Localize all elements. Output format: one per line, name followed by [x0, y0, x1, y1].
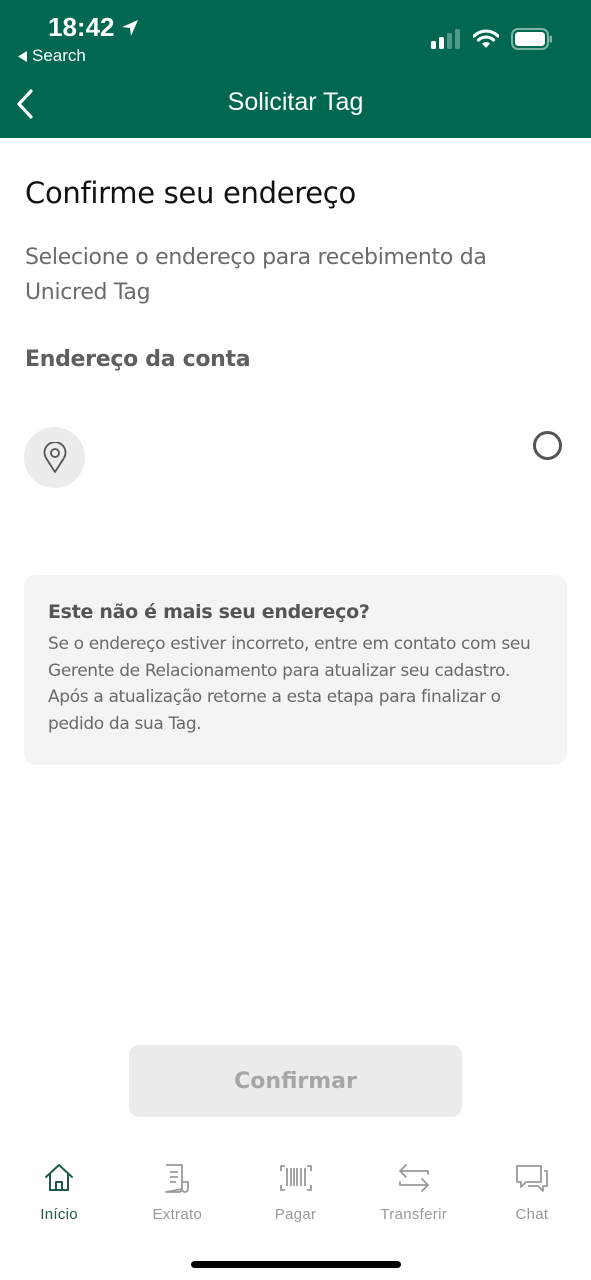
tab-chat[interactable]: Chat — [473, 1160, 591, 1230]
app-header: 18:42 Search Solicitar Tag — [0, 0, 591, 138]
confirm-button[interactable]: Confirmar — [129, 1045, 462, 1117]
home-indicator — [191, 1261, 401, 1268]
statement-icon — [159, 1160, 195, 1196]
transfer-icon — [396, 1160, 432, 1196]
battery-icon — [511, 28, 552, 50]
barcode-icon — [278, 1160, 314, 1196]
clock: 18:42 — [48, 12, 115, 42]
tab-label: Extrato — [152, 1206, 203, 1223]
info-card: Este não é mais seu endereço? Se o ender… — [24, 575, 567, 765]
back-triangle-icon — [18, 50, 27, 62]
wifi-icon — [473, 29, 499, 48]
page-title: Confirme seu endereço — [25, 176, 356, 210]
home-icon — [41, 1160, 77, 1196]
tab-pagar[interactable]: Pagar — [236, 1160, 354, 1230]
address-radio[interactable] — [533, 431, 562, 460]
page-subtitle: Selecione o endereço para recebimento da… — [25, 245, 487, 305]
location-pin-icon — [43, 441, 66, 473]
tab-extrato[interactable]: Extrato — [118, 1160, 236, 1230]
address-avatar — [24, 427, 85, 488]
back-to-app-link[interactable]: Search — [18, 46, 86, 66]
back-app-label: Search — [32, 46, 86, 65]
address-text — [106, 428, 506, 518]
tab-label: Início — [40, 1206, 78, 1223]
info-card-title: Este não é mais seu endereço? — [48, 601, 370, 623]
section-label: Endereço da conta — [25, 347, 251, 372]
tab-label: Transferir — [380, 1206, 448, 1223]
tab-label: Pagar — [274, 1206, 317, 1223]
info-card-body: Se o endereço estiver incorreto, entre e… — [48, 634, 531, 734]
tab-transferir[interactable]: Transferir — [355, 1160, 473, 1230]
status-indicators — [431, 28, 553, 50]
status-time: 18:42 — [48, 12, 139, 43]
chat-icon — [514, 1160, 550, 1196]
bottom-tab-bar: Início Extrato Pagar Transferir Chat — [0, 1160, 591, 1230]
signal-icon — [431, 29, 460, 49]
tab-inicio[interactable]: Início — [0, 1160, 118, 1230]
tab-label: Chat — [515, 1206, 549, 1223]
screen-title: Solicitar Tag — [227, 88, 364, 116]
address-option[interactable] — [24, 418, 569, 528]
location-arrow-icon — [121, 19, 138, 36]
